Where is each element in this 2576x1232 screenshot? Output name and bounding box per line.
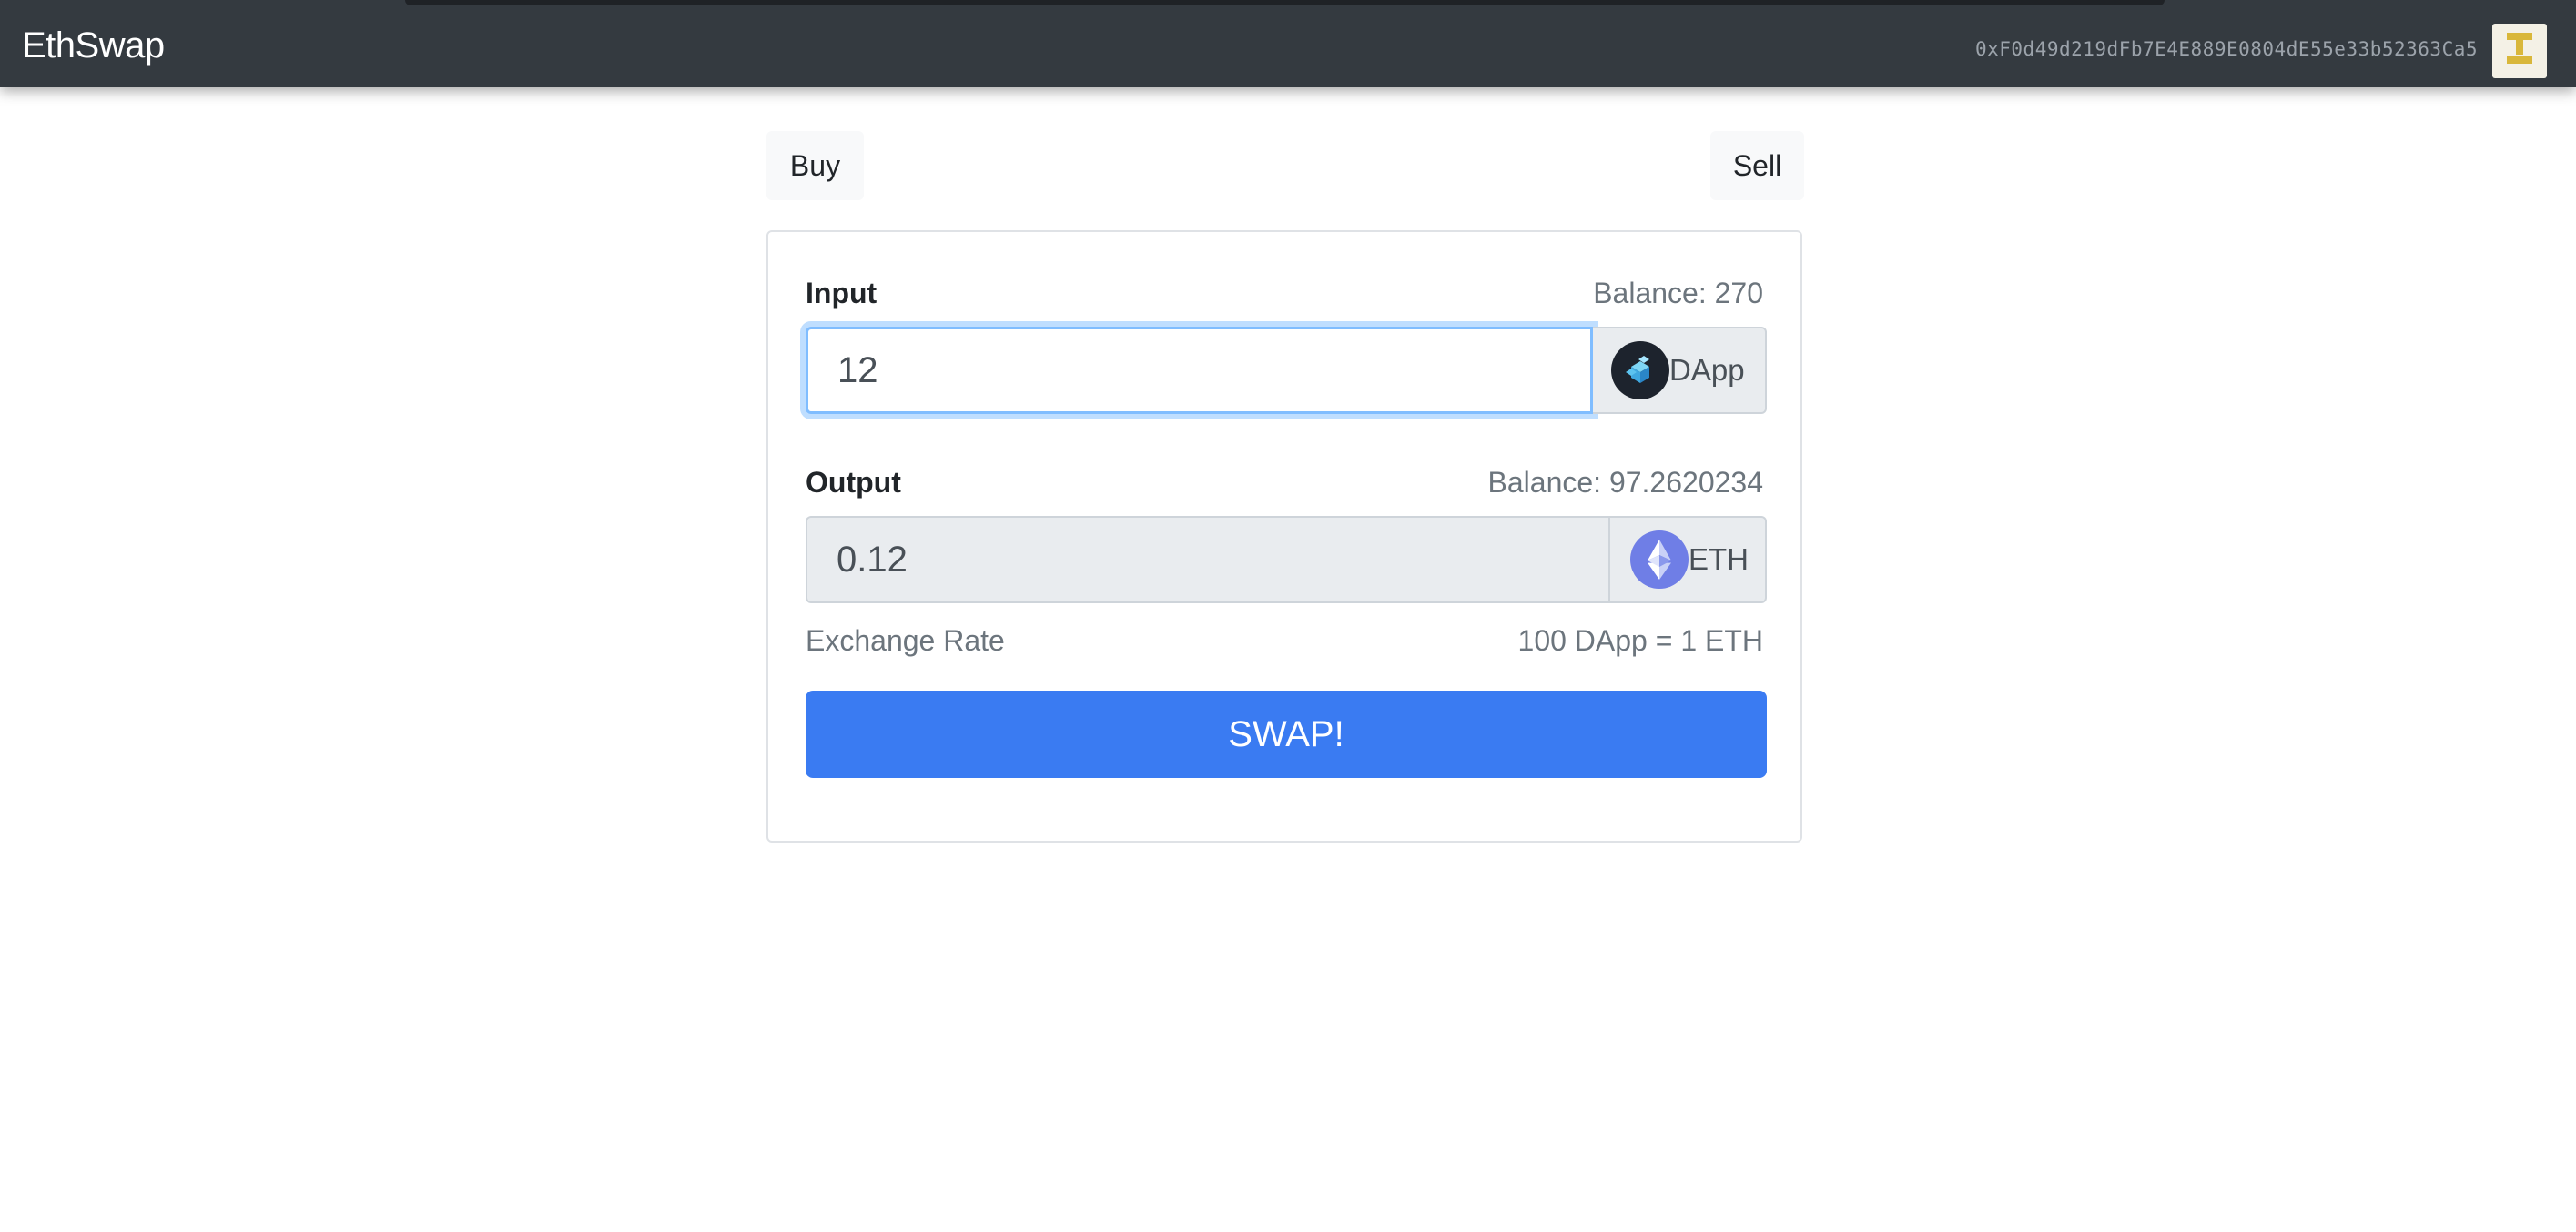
output-balance: Balance: 97.2620234 [1487, 466, 1763, 499]
output-label: Output [806, 466, 901, 499]
input-token-addon: DApp [1593, 327, 1767, 414]
sell-button[interactable]: Sell [1710, 131, 1804, 200]
input-group: DApp [806, 327, 1767, 414]
brand-link[interactable]: EthSwap [22, 27, 165, 64]
output-token-label: ETH [1689, 542, 1749, 576]
exchange-rate-value: 100 DApp = 1 ETH [1517, 624, 1763, 657]
dapp-token-icon [1611, 341, 1669, 399]
navbar: EthSwap 0xF0d49d219dFb7E4E889E0804dE55e3… [0, 0, 2576, 87]
output-amount-field [806, 516, 1610, 603]
account-address: 0xF0d49d219dFb7E4E889E0804dE55e33b52363C… [1974, 38, 2478, 60]
input-amount-field[interactable] [806, 327, 1593, 414]
exchange-rate-label: Exchange Rate [806, 624, 1005, 657]
identicon-avatar-icon [2492, 24, 2547, 78]
swap-card: Input Balance: 270 DApp Output Balance: … [766, 230, 1802, 843]
buy-button[interactable]: Buy [766, 131, 864, 200]
eth-token-icon [1630, 530, 1689, 589]
input-token-label: DApp [1669, 353, 1745, 387]
output-token-addon: ETH [1610, 516, 1767, 603]
swap-button[interactable]: SWAP! [806, 691, 1767, 778]
output-group: ETH [806, 516, 1767, 603]
input-balance: Balance: 270 [1593, 277, 1763, 309]
input-label: Input [806, 277, 877, 309]
browser-top-strip [405, 0, 2165, 5]
